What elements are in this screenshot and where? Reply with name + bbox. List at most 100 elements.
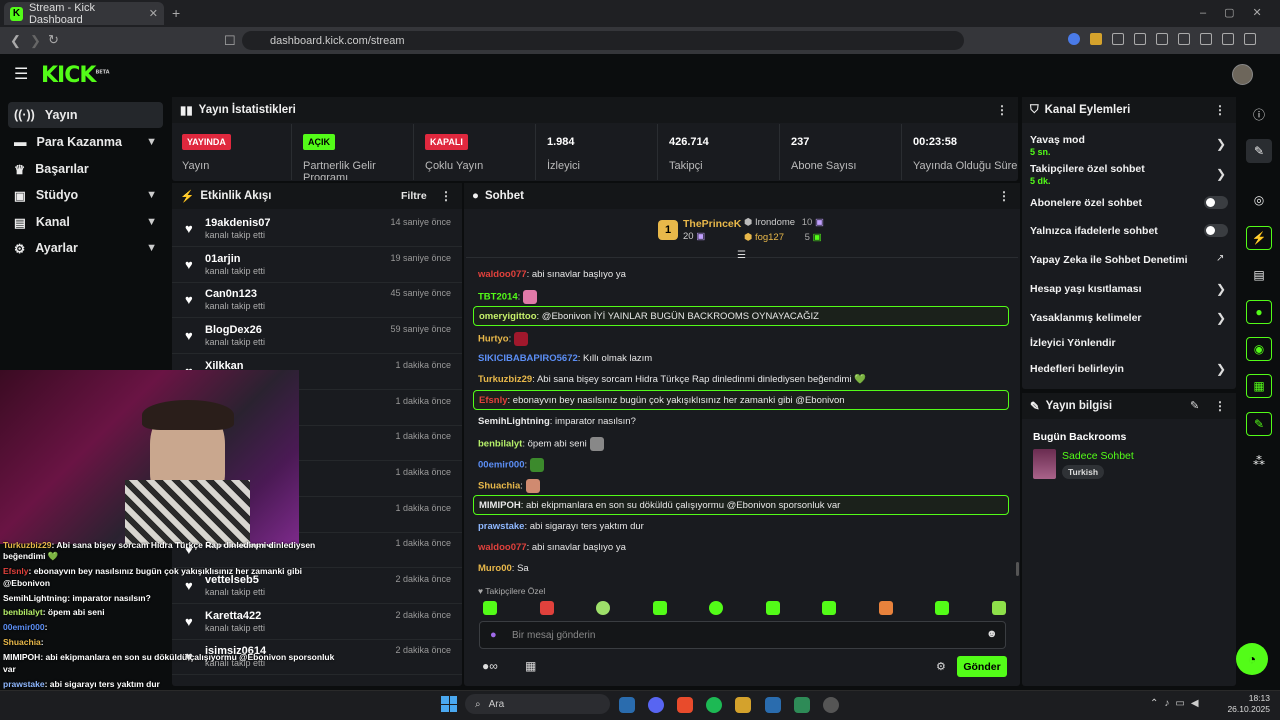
- more-options-icon[interactable]: ⋮: [1214, 103, 1226, 117]
- emote-icon[interactable]: [483, 601, 497, 615]
- chat-username[interactable]: prawstake: [478, 521, 524, 532]
- chat-message[interactable]: waldoo077: abi sınavlar başlıyo ya: [478, 269, 626, 280]
- language-tag[interactable]: Turkish: [1062, 465, 1105, 479]
- window-controls[interactable]: –▢✕: [1200, 6, 1280, 19]
- emote-icon[interactable]: [709, 601, 724, 615]
- chat-username[interactable]: Efsnly: [479, 395, 508, 406]
- close-icon[interactable]: ✕: [149, 7, 158, 20]
- chat-message[interactable]: Muro00: Sa: [478, 563, 529, 574]
- chat-message[interactable]: Hurtyo:: [478, 332, 529, 346]
- chat-username[interactable]: benbilalyt: [478, 439, 522, 450]
- chat-username[interactable]: Hurtyo: [478, 334, 509, 345]
- browser-extensions[interactable]: [1068, 33, 1268, 47]
- bolt-icon[interactable]: ⚡: [1246, 226, 1272, 250]
- chevron-right-icon[interactable]: ❯: [1216, 137, 1226, 151]
- action-slow-mode[interactable]: Yavaş mod 5 sn.: [1030, 134, 1085, 157]
- discord-icon[interactable]: [648, 697, 664, 713]
- list-item[interactable]: ♥ Karetta422 kanalı takip etti 2 dakika önc…: [172, 604, 462, 640]
- document-icon[interactable]: ▤: [1246, 263, 1272, 287]
- app-icon[interactable]: [794, 697, 810, 713]
- emote-icon[interactable]: [991, 601, 1006, 615]
- gear-icon[interactable]: ⚙: [936, 660, 946, 673]
- chat-username[interactable]: waldoo077: [478, 542, 527, 553]
- obs-icon[interactable]: [823, 697, 839, 713]
- chevron-right-icon[interactable]: ❯: [1216, 167, 1226, 181]
- chat-message[interactable]: 00emir000:: [478, 458, 545, 472]
- sidebar-item-ayarlar[interactable]: ⚙ Ayarlar ▼: [8, 235, 163, 261]
- sidebar-item-studyo[interactable]: ▣ Stüdyo ▼: [8, 182, 163, 208]
- menu-icon[interactable]: ☰: [14, 64, 28, 84]
- list-item[interactable]: ♥ BlogDex26 kanalı takip etti 59 saniye önc…: [172, 318, 462, 355]
- chat-message[interactable]: Shuachia:: [478, 479, 540, 493]
- list-item[interactable]: ♥ Can0n123 kanalı takip etti 45 saniye önce: [172, 282, 462, 319]
- browser-tab[interactable]: K Stream - Kick Dashboard ✕: [4, 2, 164, 26]
- chat-message[interactable]: SemihLightning: imparator nasılsın?: [478, 416, 636, 427]
- store-icon[interactable]: ▦: [525, 659, 536, 673]
- emote-icon[interactable]: [935, 601, 950, 615]
- sidebar-item-basarilar[interactable]: ♛ Başarılar: [8, 156, 163, 182]
- external-link-icon[interactable]: ↗: [1216, 253, 1224, 264]
- more-options-icon[interactable]: ⋮: [996, 103, 1008, 117]
- action-followers-only[interactable]: Takipçilere özel sohbet 5 dk.: [1030, 163, 1145, 186]
- url-field[interactable]: dashboard.kick.com/stream: [242, 31, 964, 50]
- chat-icon[interactable]: ●: [1246, 300, 1272, 324]
- send-button[interactable]: Gönder: [957, 656, 1007, 677]
- action-raid[interactable]: İzleyici Yönlendir: [1030, 337, 1116, 349]
- broadcast-icon[interactable]: ◉: [1246, 337, 1272, 361]
- emote-icon[interactable]: [652, 601, 667, 615]
- emote-icon[interactable]: [878, 601, 893, 615]
- list-item[interactable]: ♥ 01arjin kanalı takip etti 19 saniye önce: [172, 247, 462, 283]
- filter-button[interactable]: Filtre: [401, 190, 427, 202]
- chat-scrollbar[interactable]: [1016, 562, 1019, 576]
- windows-start-icon[interactable]: [441, 696, 457, 712]
- highlighted-chat-message[interactable]: Efsnly: ebonayvın bey nasılsınız bugün ç…: [473, 390, 1009, 410]
- kick-logo[interactable]: KICKBETA: [41, 63, 110, 88]
- subscribers-only-toggle[interactable]: [1204, 196, 1228, 209]
- chat-username[interactable]: waldoo077: [478, 269, 527, 280]
- back-icon[interactable]: ❮: [10, 33, 21, 49]
- chat-username[interactable]: Muro00: [478, 563, 512, 574]
- app-icon[interactable]: [735, 697, 751, 713]
- chat-message[interactable]: TBT2014:: [478, 290, 538, 304]
- action-account-age[interactable]: Hesap yaşı kısıtlaması: [1030, 283, 1142, 295]
- steam-icon[interactable]: [765, 697, 781, 713]
- list-item[interactable]: ♥ 19akdenis07 kanalı takip etti 14 saniye ö…: [172, 211, 462, 247]
- highlighted-chat-message[interactable]: MIMIPOH: abi ekipmanlara en son su dökül…: [473, 495, 1009, 515]
- action-banned-words[interactable]: Yasaklanmış kelimeler: [1030, 312, 1142, 324]
- chat-message[interactable]: benbilalyt: öpem abi seni: [478, 437, 604, 451]
- info-icon[interactable]: ⓘ: [1246, 102, 1272, 126]
- target-icon[interactable]: ◎: [1246, 188, 1272, 212]
- chevron-right-icon[interactable]: ❯: [1216, 311, 1226, 325]
- forward-icon[interactable]: ❯: [30, 33, 41, 49]
- chat-input[interactable]: ● Bir mesaj gönderin ☻: [479, 621, 1006, 649]
- apps-icon[interactable]: ⁂: [1246, 449, 1272, 473]
- sidebar-item-para-kazanma[interactable]: ▬ Para Kazanma ▼: [8, 129, 163, 155]
- chat-username[interactable]: 00emir000: [478, 460, 524, 471]
- chat-username[interactable]: SIKICIBABAPIRO5672: [478, 353, 578, 364]
- bookmark-icon[interactable]: ☐: [224, 33, 236, 49]
- chat-message[interactable]: Turkuzbiz29: Abi sana bişey sorcam Hidra…: [478, 374, 866, 385]
- taskbar-search[interactable]: ⌕ Ara: [465, 694, 610, 714]
- brave-icon[interactable]: [677, 697, 693, 713]
- action-goals[interactable]: Hedefleri belirleyin: [1030, 363, 1124, 375]
- more-options-icon[interactable]: ⋮: [1214, 399, 1226, 413]
- highlighted-chat-message[interactable]: omeryigittoo: @Ebonivon İYİ YAINLAR BUGÜ…: [473, 306, 1009, 326]
- system-tray-icons[interactable]: ⌃♪▭◀: [1150, 698, 1205, 709]
- chevron-right-icon[interactable]: ❯: [1216, 362, 1226, 376]
- emote-icon[interactable]: [822, 601, 837, 615]
- kick-points-icon[interactable]: ●∞: [482, 659, 498, 673]
- edit-icon[interactable]: ✎: [1190, 399, 1199, 412]
- reload-icon[interactable]: ↻: [48, 32, 59, 48]
- more-options-icon[interactable]: ⋮: [440, 189, 452, 203]
- more-options-icon[interactable]: ⋮: [998, 189, 1010, 203]
- spotify-icon[interactable]: [706, 697, 722, 713]
- chat-username[interactable]: Turkuzbiz29: [478, 374, 532, 385]
- action-ai-moderation[interactable]: Yapay Zeka ile Sohbet Denetimi: [1030, 254, 1188, 266]
- chat-username[interactable]: SemihLightning: [478, 416, 550, 427]
- chat-message[interactable]: waldoo077: abi sınavlar başlıyo ya: [478, 542, 626, 553]
- emote-icon[interactable]: [765, 601, 780, 615]
- microphone-icon[interactable]: ●: [490, 629, 497, 641]
- sidebar-item-kanal[interactable]: ▤ Kanal ▼: [8, 209, 163, 235]
- steam-icon[interactable]: [619, 697, 635, 713]
- emote-icon[interactable]: [596, 601, 611, 615]
